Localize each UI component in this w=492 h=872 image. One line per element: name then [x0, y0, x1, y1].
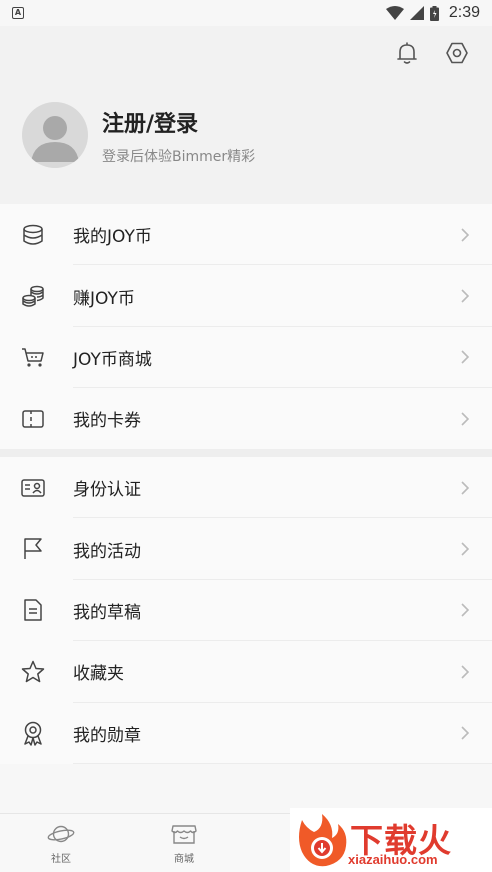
app-notification-icon: A	[12, 7, 24, 19]
wifi-icon	[385, 6, 404, 20]
menu-item-favorites[interactable]: 收藏夹	[0, 641, 492, 703]
status-icons: 2:39	[385, 4, 480, 22]
bell-icon[interactable]	[394, 40, 420, 66]
profile-header: 注册/登录 登录后体验Bimmer精彩	[0, 26, 492, 204]
menu-item-label: 我的草稿	[73, 602, 141, 623]
menu-item-label: 我的卡券	[73, 411, 141, 432]
status-bar: A 2:39	[0, 0, 492, 26]
menu-item-my-medals[interactable]: 我的勋章	[0, 703, 492, 764]
tab-mall[interactable]: 商城	[154, 822, 214, 865]
watermark: 下载火 xiazaihuo.com	[290, 808, 492, 872]
menu-item-identity-verification[interactable]: 身份认证	[0, 457, 492, 519]
tab-label: 社区	[51, 854, 71, 865]
login-title[interactable]: 注册/登录	[102, 106, 198, 138]
battery-icon	[429, 5, 439, 21]
flag-icon	[24, 538, 42, 560]
menu-item-label: 我的活动	[73, 541, 141, 562]
clock: 2:39	[448, 4, 480, 21]
coins-icon	[22, 285, 44, 307]
login-subtitle: 登录后体验Bimmer精彩	[102, 149, 256, 165]
divider	[73, 762, 492, 764]
medal-icon	[24, 722, 42, 746]
menu-item-label: 我的JOY币	[73, 227, 152, 248]
menu-item-my-joy-coins[interactable]: 我的JOY币	[0, 204, 492, 266]
signal-icon	[409, 6, 424, 20]
section-gap	[0, 449, 492, 457]
chevron-right-icon	[461, 289, 470, 303]
chevron-right-icon	[461, 603, 470, 618]
menu-item-label: 收藏夹	[73, 664, 124, 685]
chevron-right-icon	[461, 350, 470, 365]
menu-item-label: 身份认证	[73, 480, 141, 501]
chevron-right-icon	[461, 228, 470, 242]
settings-icon[interactable]	[444, 40, 470, 66]
menu-item-my-drafts[interactable]: 我的草稿	[0, 580, 492, 642]
menu-item-earn-joy-coins[interactable]: 赚JOY币	[0, 265, 492, 327]
tab-community[interactable]: 社区	[31, 822, 91, 865]
ticket-icon	[22, 410, 44, 428]
avatar[interactable]	[22, 102, 88, 168]
chevron-right-icon	[461, 542, 470, 556]
menu-item-label: 我的勋章	[73, 725, 141, 746]
menu-item-joy-mall[interactable]: JOY币商城	[0, 327, 492, 389]
menu-item-my-activities[interactable]: 我的活动	[0, 518, 492, 580]
watermark-url: xiazaihuo.com	[348, 852, 438, 867]
database-icon	[23, 224, 43, 245]
star-icon	[21, 660, 45, 683]
menu-item-label: 赚JOY币	[73, 288, 135, 309]
chevron-right-icon	[461, 726, 470, 740]
planet-icon	[47, 825, 75, 843]
menu-item-my-coupons[interactable]: 我的卡券	[0, 388, 492, 449]
menu-group-joy: 我的JOY币 赚JOY币 JOY币商城 我的卡券	[0, 204, 492, 450]
chevron-right-icon	[461, 412, 470, 426]
chevron-right-icon	[461, 665, 470, 679]
chevron-right-icon	[461, 481, 470, 495]
id-card-icon	[21, 478, 45, 497]
flame-logo-icon	[299, 814, 347, 867]
document-icon	[24, 599, 42, 622]
cart-icon	[22, 348, 44, 368]
tab-label: 商城	[174, 854, 194, 865]
default-avatar-icon	[31, 116, 79, 162]
menu-group-personal: 身份认证 我的活动 我的草稿 收藏夹 我的勋章	[0, 457, 492, 764]
menu-item-label: JOY币商城	[73, 349, 152, 370]
store-icon	[171, 825, 197, 844]
